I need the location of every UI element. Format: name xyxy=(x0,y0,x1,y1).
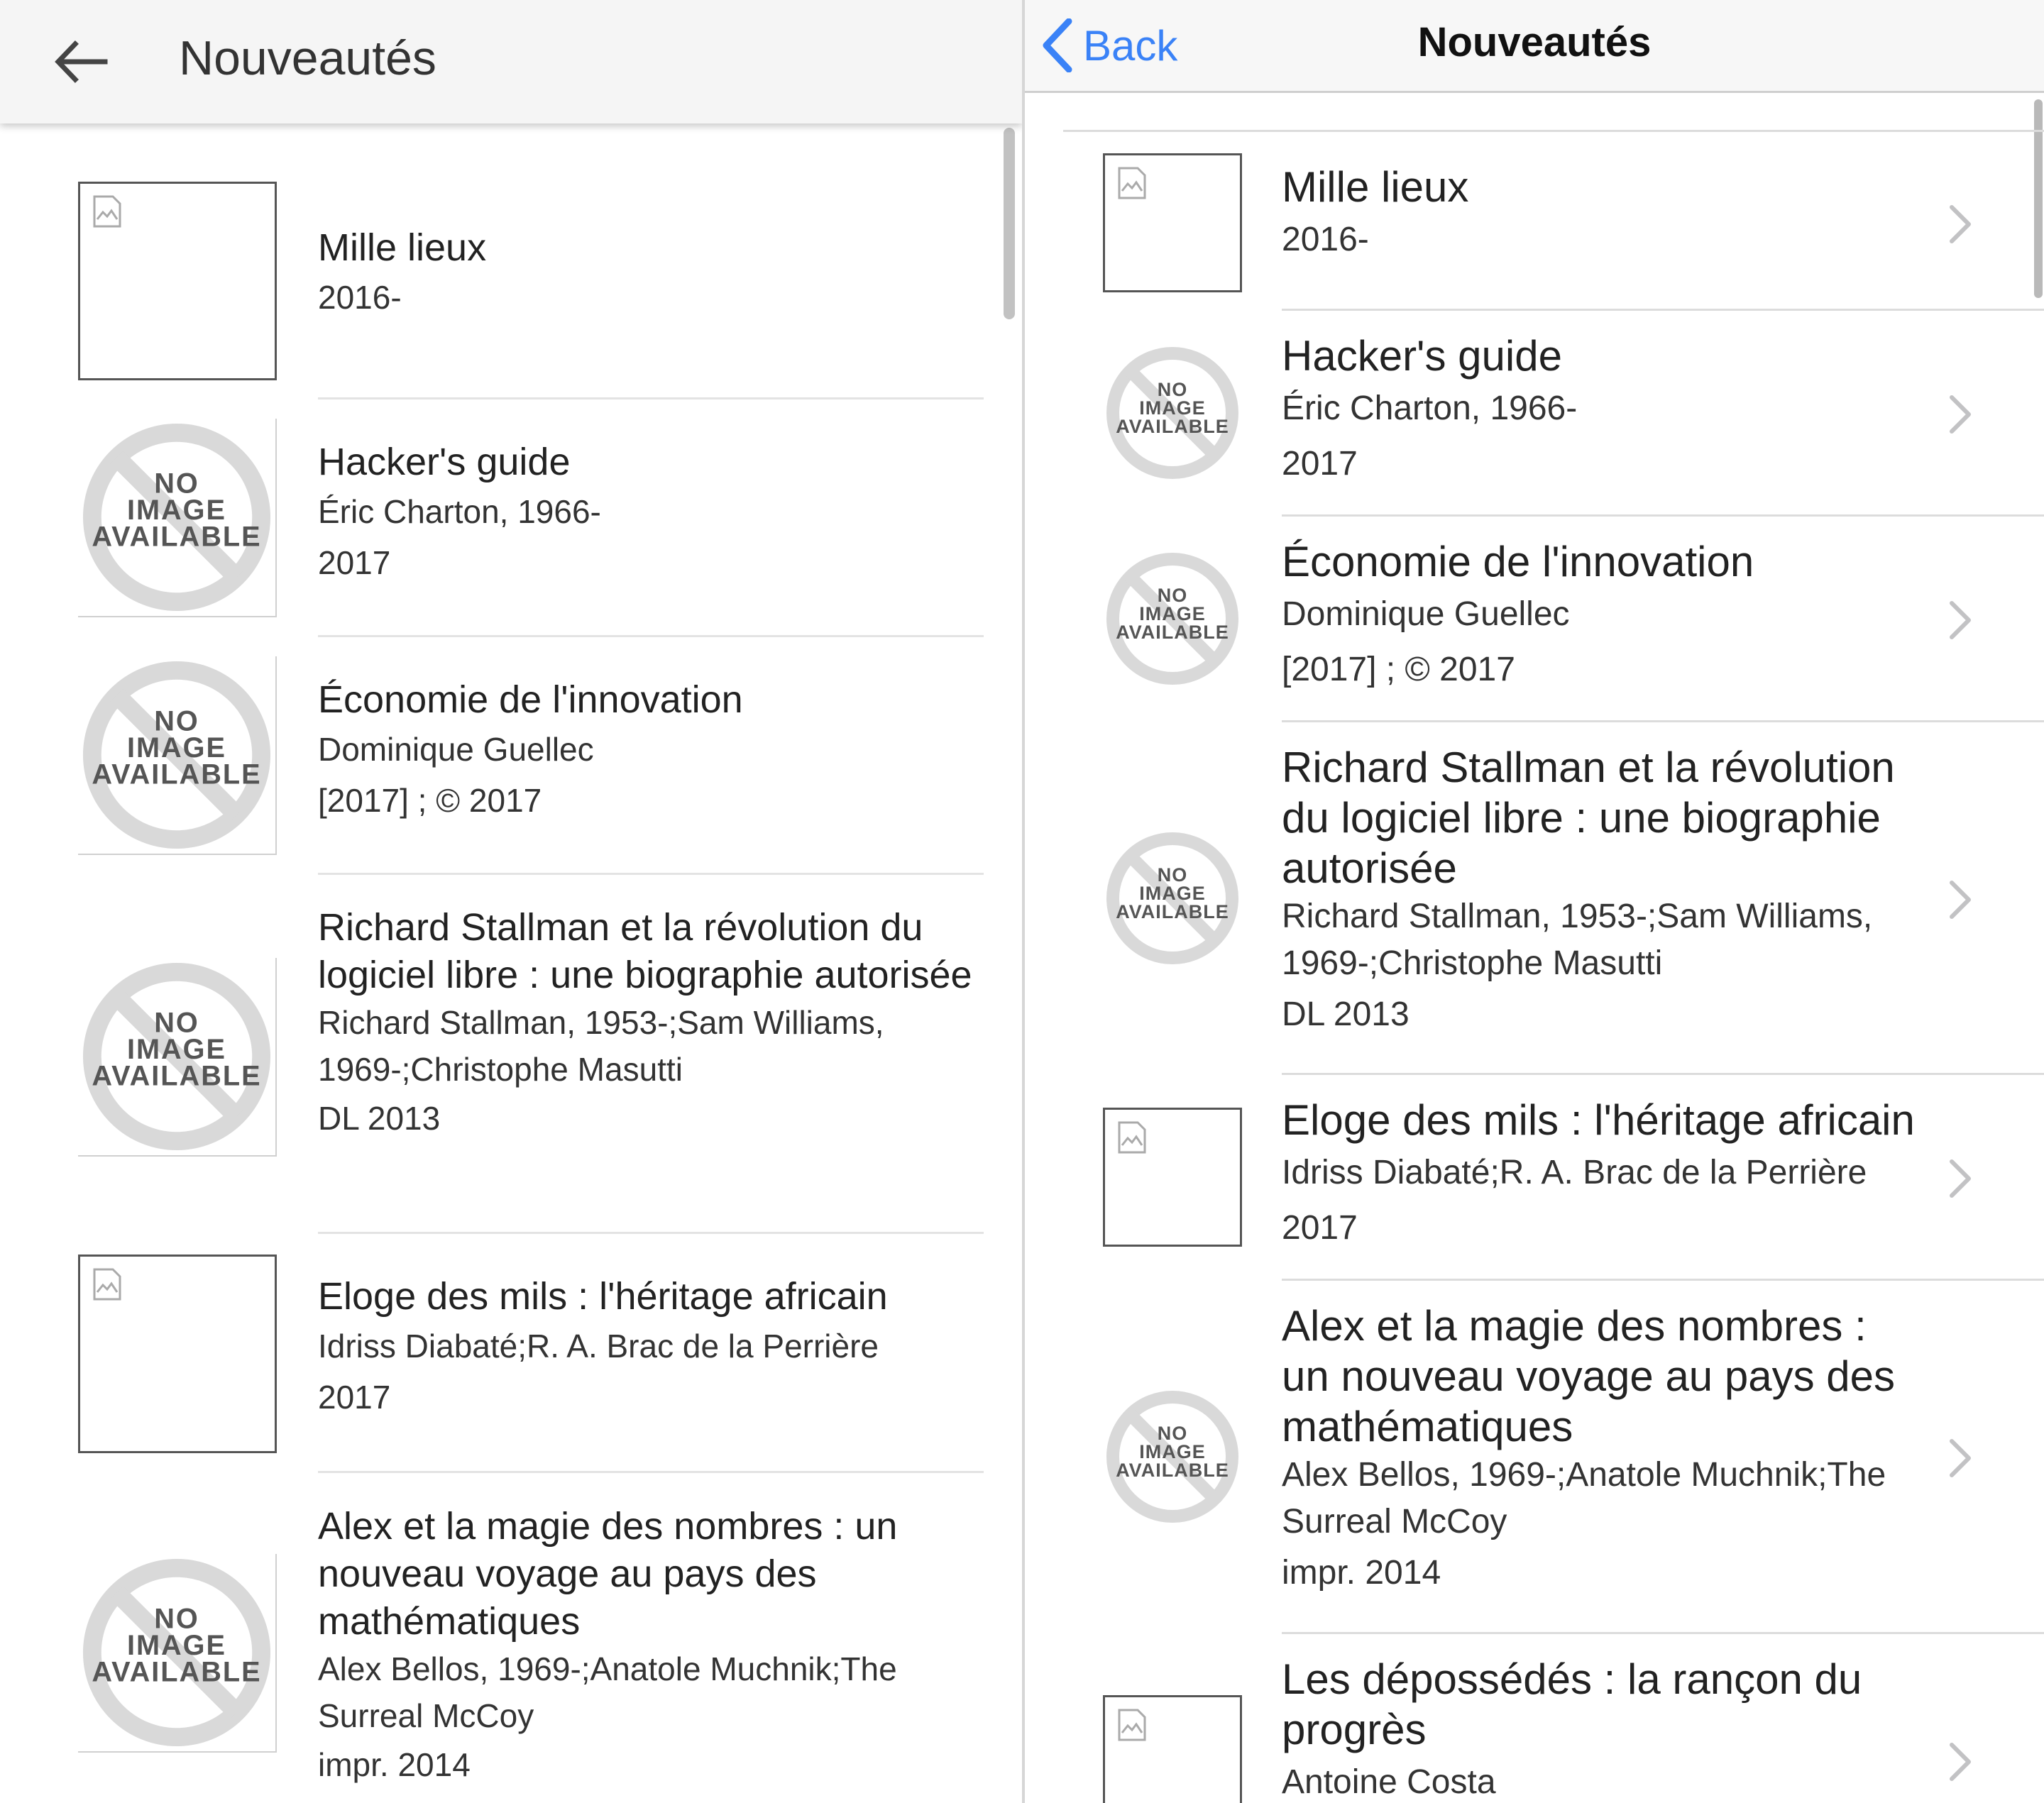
item-title: Alex et la magie des nombres : un nouvea… xyxy=(318,1505,898,1643)
android-toolbar: Nouveautés xyxy=(0,0,1022,123)
separator xyxy=(318,1232,984,1234)
svg-text:AVAILABLE: AVAILABLE xyxy=(1116,416,1229,437)
item-year: impr. 2014 xyxy=(1282,1554,1441,1592)
item-title: Les dépossédés : la rançon du progrès xyxy=(1282,1655,1862,1753)
broken-image-icon xyxy=(1103,1108,1242,1247)
item-authors: Richard Stallman, 1953-;Sam Williams, 19… xyxy=(1282,898,1873,982)
svg-text:AVAILABLE: AVAILABLE xyxy=(1116,1460,1229,1481)
svg-text:AVAILABLE: AVAILABLE xyxy=(92,1061,261,1092)
svg-text:AVAILABLE: AVAILABLE xyxy=(92,759,261,790)
item-authors: Alex Bellos, 1969-;Anatole Muchnik;The S… xyxy=(318,1650,897,1734)
item-title: Richard Stallman et la révolution du log… xyxy=(1282,744,1895,892)
android-screen: Nouveautés Mille lieux 2016- NO IMAGE AVAI… xyxy=(0,0,1022,1803)
item-authors: Idriss Diabaté;R. A. Brac de la Perrière xyxy=(318,1328,879,1364)
chevron-right-icon xyxy=(1947,203,1973,246)
no-image-available-icon: NO IMAGE AVAILABLE xyxy=(1103,1387,1242,1526)
list-item[interactable]: Eloge des mils : l'héritage africain Idr… xyxy=(0,1255,1022,1471)
page-title: Nouveautés xyxy=(179,31,436,85)
item-title: Richard Stallman et la révolution du log… xyxy=(318,906,972,996)
no-image-available-icon: NO IMAGE AVAILABLE xyxy=(78,958,277,1157)
list-item[interactable]: NO IMAGE AVAILABLE Richard Stallman et la … xyxy=(0,894,1022,1228)
svg-text:AVAILABLE: AVAILABLE xyxy=(92,1657,261,1688)
svg-text:AVAILABLE: AVAILABLE xyxy=(92,522,261,553)
item-title: Économie de l'innovation xyxy=(318,678,743,721)
item-year: 2016- xyxy=(318,279,402,316)
separator xyxy=(318,635,984,637)
broken-image-icon xyxy=(78,182,277,380)
list-item[interactable]: Mille lieux 2016- xyxy=(1025,132,2044,309)
item-year: DL 2013 xyxy=(1282,996,1410,1033)
chevron-right-icon xyxy=(1947,1437,1973,1479)
item-title: Économie de l'innovation xyxy=(1282,538,1754,585)
list-item[interactable]: NO IMAGE AVAILABLE Alex et la magie des no… xyxy=(0,1490,1022,1803)
no-image-available-icon: NO IMAGE AVAILABLE xyxy=(1103,829,1242,968)
item-title: Eloge des mils : l'héritage africain xyxy=(318,1275,888,1318)
separator xyxy=(318,397,984,399)
list-item[interactable]: NO IMAGE AVAILABLE Hacker's guide Éric Cha… xyxy=(0,419,1022,635)
item-year: 2016- xyxy=(1282,221,1369,258)
item-year: 2017 xyxy=(318,544,391,581)
svg-text:AVAILABLE: AVAILABLE xyxy=(1116,901,1229,922)
item-year: [2017] ; © 2017 xyxy=(1282,651,1515,688)
ios-navigation-bar: Back Nouveautés xyxy=(1025,0,2044,93)
item-title: Mille lieux xyxy=(318,226,487,269)
list-item[interactable]: NO IMAGE AVAILABLE Hacker's guide Éric Cha… xyxy=(1025,311,2044,515)
item-year: 2017 xyxy=(1282,1209,1358,1247)
item-authors: Dominique Guellec xyxy=(1282,595,1570,633)
list-item[interactable]: NO IMAGE AVAILABLE Alex et la magie des no… xyxy=(1025,1281,2044,1632)
item-year: [2017] ; © 2017 xyxy=(318,782,542,819)
item-authors: Alex Bellos, 1969-;Anatole Muchnik;The S… xyxy=(1282,1456,1886,1540)
separator xyxy=(318,873,984,875)
chevron-right-icon xyxy=(1947,393,1973,436)
chevron-right-icon xyxy=(1947,878,1973,921)
item-authors: Antoine Costa xyxy=(1282,1763,1496,1801)
list-item[interactable]: NO IMAGE AVAILABLE Économie de l'innovatio… xyxy=(1025,517,2044,721)
list-item[interactable]: NO IMAGE AVAILABLE Économie de l'innovatio… xyxy=(0,656,1022,873)
item-year: 2017 xyxy=(318,1379,391,1416)
item-authors: Éric Charton, 1966- xyxy=(1282,390,1578,427)
item-title: Hacker's guide xyxy=(318,441,571,483)
page-title: Nouveautés xyxy=(1417,19,1652,65)
no-image-available-icon: NO IMAGE AVAILABLE xyxy=(78,656,277,855)
broken-image-icon xyxy=(78,1255,277,1453)
separator xyxy=(318,1471,984,1473)
chevron-right-icon xyxy=(1947,1157,1973,1200)
item-authors: Dominique Guellec xyxy=(318,731,594,768)
item-year: impr. 2014 xyxy=(318,1746,471,1783)
item-authors: Richard Stallman, 1953-;Sam Williams, 19… xyxy=(318,1004,884,1088)
item-year: 2017 xyxy=(1282,445,1358,483)
no-image-available-icon: NO IMAGE AVAILABLE xyxy=(78,419,277,617)
list-item[interactable]: NO IMAGE AVAILABLE Richard Stallman et la … xyxy=(1025,722,2044,1074)
no-image-available-icon: NO IMAGE AVAILABLE xyxy=(1103,549,1242,688)
item-year: DL 2013 xyxy=(318,1100,441,1137)
no-image-available-icon: NO IMAGE AVAILABLE xyxy=(78,1554,277,1753)
svg-text:AVAILABLE: AVAILABLE xyxy=(1116,622,1229,643)
item-title: Eloge des mils : l'héritage africain xyxy=(1282,1096,1915,1144)
list-item[interactable]: Les dépossédés : la rançon du progrès An… xyxy=(1025,1634,2044,1803)
chevron-right-icon xyxy=(1947,599,1973,641)
item-title: Hacker's guide xyxy=(1282,332,1562,380)
item-authors: Idriss Diabaté;R. A. Brac de la Perrière xyxy=(1282,1154,1867,1191)
broken-image-icon xyxy=(1103,153,1242,292)
item-title: Mille lieux xyxy=(1282,163,1469,211)
broken-image-icon xyxy=(1103,1695,1242,1803)
list-item[interactable]: Eloge des mils : l'héritage africain Idr… xyxy=(1025,1075,2044,1279)
no-image-available-icon: NO IMAGE AVAILABLE xyxy=(1103,343,1242,483)
ios-screen: Back Nouveautés Mille lieux 2016- NO IMAG… xyxy=(1025,0,2044,1803)
back-arrow-icon[interactable] xyxy=(44,30,115,94)
item-authors: Éric Charton, 1966- xyxy=(318,493,601,530)
item-title: Alex et la magie des nombres : un nouvea… xyxy=(1282,1302,1895,1450)
list-item[interactable]: Mille lieux 2016- xyxy=(0,182,1022,398)
chevron-right-icon xyxy=(1947,1741,1973,1783)
